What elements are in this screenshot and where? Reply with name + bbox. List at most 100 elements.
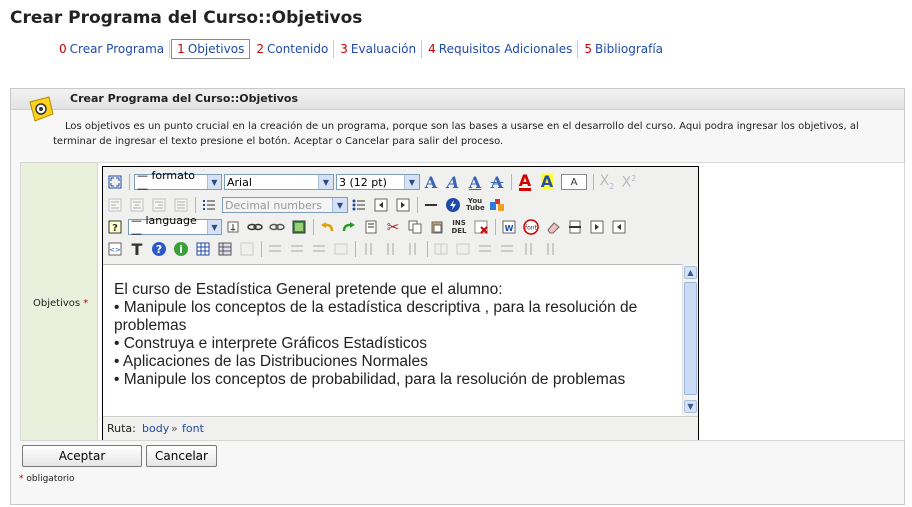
col-after-icon[interactable] [382, 240, 400, 258]
editor-text[interactable]: El curso de Estadística General pretende… [114, 281, 664, 389]
page-break-icon[interactable] [566, 218, 584, 236]
list-style-select[interactable]: Decimal numbers ▼ [222, 197, 348, 213]
superscript-icon[interactable]: X2 [620, 173, 638, 191]
image-icon[interactable] [290, 218, 308, 236]
unlink-icon[interactable] [268, 218, 286, 236]
accept-button[interactable]: Aceptar [22, 445, 142, 467]
path-font-link[interactable]: font [182, 422, 204, 435]
editor-line: • Aplicaciones de las Distribuciones Nor… [114, 353, 428, 370]
cell-insert-icon[interactable] [476, 240, 494, 258]
indent-icon[interactable] [394, 196, 412, 214]
tab-objetivos[interactable]: 1 Objetivos [171, 38, 251, 59]
paste-word-icon[interactable]: W [500, 218, 518, 236]
toolbar-separator [313, 219, 314, 235]
tab-bibliografia[interactable]: 5 Bibliografía [579, 40, 668, 58]
undo-icon[interactable] [318, 218, 336, 236]
editor-content[interactable]: El curso de Estadística General pretende… [103, 264, 686, 416]
toolbar-separator [195, 197, 196, 213]
remove-format-icon[interactable] [362, 218, 380, 236]
col-before-icon[interactable] [360, 240, 378, 258]
text-box-icon[interactable]: A [560, 173, 588, 191]
tab-requisitos[interactable]: 4 Requisitos Adicionales [423, 39, 579, 58]
delete-table-icon[interactable] [472, 218, 490, 236]
help-icon[interactable]: ? [106, 218, 124, 236]
required-note-text: obligatorio [26, 474, 75, 484]
cell-split-icon[interactable] [520, 240, 538, 258]
col-delete-icon[interactable] [404, 240, 422, 258]
split-cells-icon[interactable] [432, 240, 450, 258]
style-tool-icon[interactable]: T [128, 240, 146, 259]
table-properties-icon[interactable] [216, 240, 234, 258]
strikethrough-icon[interactable]: A [488, 173, 506, 192]
cut-icon[interactable]: ✂ [384, 218, 402, 236]
required-star: * [19, 474, 24, 484]
toolbar-separator [593, 174, 594, 190]
toolbar-row-3: ? — language — ▼ ✂ INS DEL W font [106, 214, 632, 240]
objetivos-panel: Crear Programa del Curso::Objetivos Los … [10, 88, 905, 505]
youtube-icon[interactable]: You Tube [466, 196, 485, 214]
question-icon[interactable]: ? [150, 240, 168, 258]
move-right-icon[interactable] [588, 218, 606, 236]
tab-label: Crear Programa [69, 41, 165, 56]
outdent-icon[interactable] [372, 196, 390, 214]
row-props-icon[interactable] [332, 240, 350, 258]
media-icon[interactable] [488, 196, 506, 214]
scroll-thumb[interactable] [684, 282, 697, 395]
size-select[interactable]: 3 (12 pt) ▼ [336, 174, 420, 190]
row-delete-icon[interactable] [310, 240, 328, 258]
align-center-icon[interactable] [128, 196, 146, 214]
cell-merge-icon[interactable] [542, 240, 560, 258]
bulleted-list-icon[interactable] [350, 196, 368, 214]
underline-icon[interactable]: A [466, 173, 484, 192]
fullscreen-icon[interactable] [106, 173, 124, 191]
copy-icon[interactable] [406, 218, 424, 236]
anchor-icon[interactable] [224, 218, 242, 236]
align-justify-icon[interactable] [172, 196, 190, 214]
path-body-link[interactable]: body [142, 422, 169, 435]
list-style-select-value: Decimal numbers [225, 198, 323, 212]
panel-description: Los objetivos es un punto crucial en la … [53, 121, 859, 147]
redo-icon[interactable] [340, 218, 358, 236]
numbered-list-icon[interactable] [200, 196, 218, 214]
tab-label: Requisitos Adicionales [438, 41, 573, 56]
subscript-icon[interactable]: X2 [598, 173, 616, 191]
info-icon[interactable]: i [172, 240, 190, 258]
required-note: * obligatorio [19, 474, 75, 484]
row-after-icon[interactable] [288, 240, 306, 258]
font-select[interactable]: Arial ▼ [224, 174, 334, 190]
language-select[interactable]: — language — ▼ [128, 214, 222, 240]
scroll-up-icon[interactable]: ▲ [684, 266, 697, 279]
horizontal-rule-icon[interactable] [422, 196, 440, 214]
bold-icon[interactable]: A [422, 173, 440, 192]
move-left-icon[interactable] [610, 218, 628, 236]
cell-properties-icon[interactable] [238, 240, 256, 258]
flash-icon[interactable] [444, 196, 462, 214]
tab-crear-programa[interactable]: 0 Crear Programa [54, 39, 171, 58]
align-right-icon[interactable] [150, 196, 168, 214]
backcolor-icon[interactable]: A [538, 173, 556, 191]
editor-scrollbar[interactable]: ▲ ▼ [682, 264, 698, 415]
html-source-icon[interactable]: <> [106, 240, 124, 258]
tab-evaluacion[interactable]: 3 Evaluación [335, 39, 423, 58]
link-icon[interactable] [246, 218, 264, 236]
panel-header: Crear Programa del Curso::Objetivos [11, 89, 904, 110]
no-font-icon[interactable]: font [522, 218, 540, 236]
eraser-icon[interactable] [544, 218, 562, 236]
format-select[interactable]: — formato — ▼ [134, 169, 222, 195]
merge-cells-icon[interactable] [454, 240, 472, 258]
italic-icon[interactable]: A [444, 173, 462, 192]
objetivos-form-row: Objetivos * — formato — ▼ Arial ▼ 3 (12 pt… [20, 162, 905, 441]
cell-delete-icon[interactable] [498, 240, 516, 258]
table-icon[interactable] [194, 240, 212, 258]
cancel-button[interactable]: Cancelar [146, 445, 217, 467]
row-insert-icon[interactable] [266, 240, 284, 258]
tab-contenido[interactable]: 2 Contenido [251, 39, 335, 58]
insert-delete-icon[interactable]: INS DEL [450, 218, 468, 236]
toolbar-separator [355, 241, 356, 257]
forecolor-icon[interactable]: A [516, 172, 534, 191]
svg-text:W: W [505, 224, 514, 233]
scroll-down-icon[interactable]: ▼ [684, 400, 697, 413]
paste-icon[interactable] [428, 218, 446, 236]
align-left-icon[interactable] [106, 196, 124, 214]
svg-text:?: ? [112, 223, 118, 234]
